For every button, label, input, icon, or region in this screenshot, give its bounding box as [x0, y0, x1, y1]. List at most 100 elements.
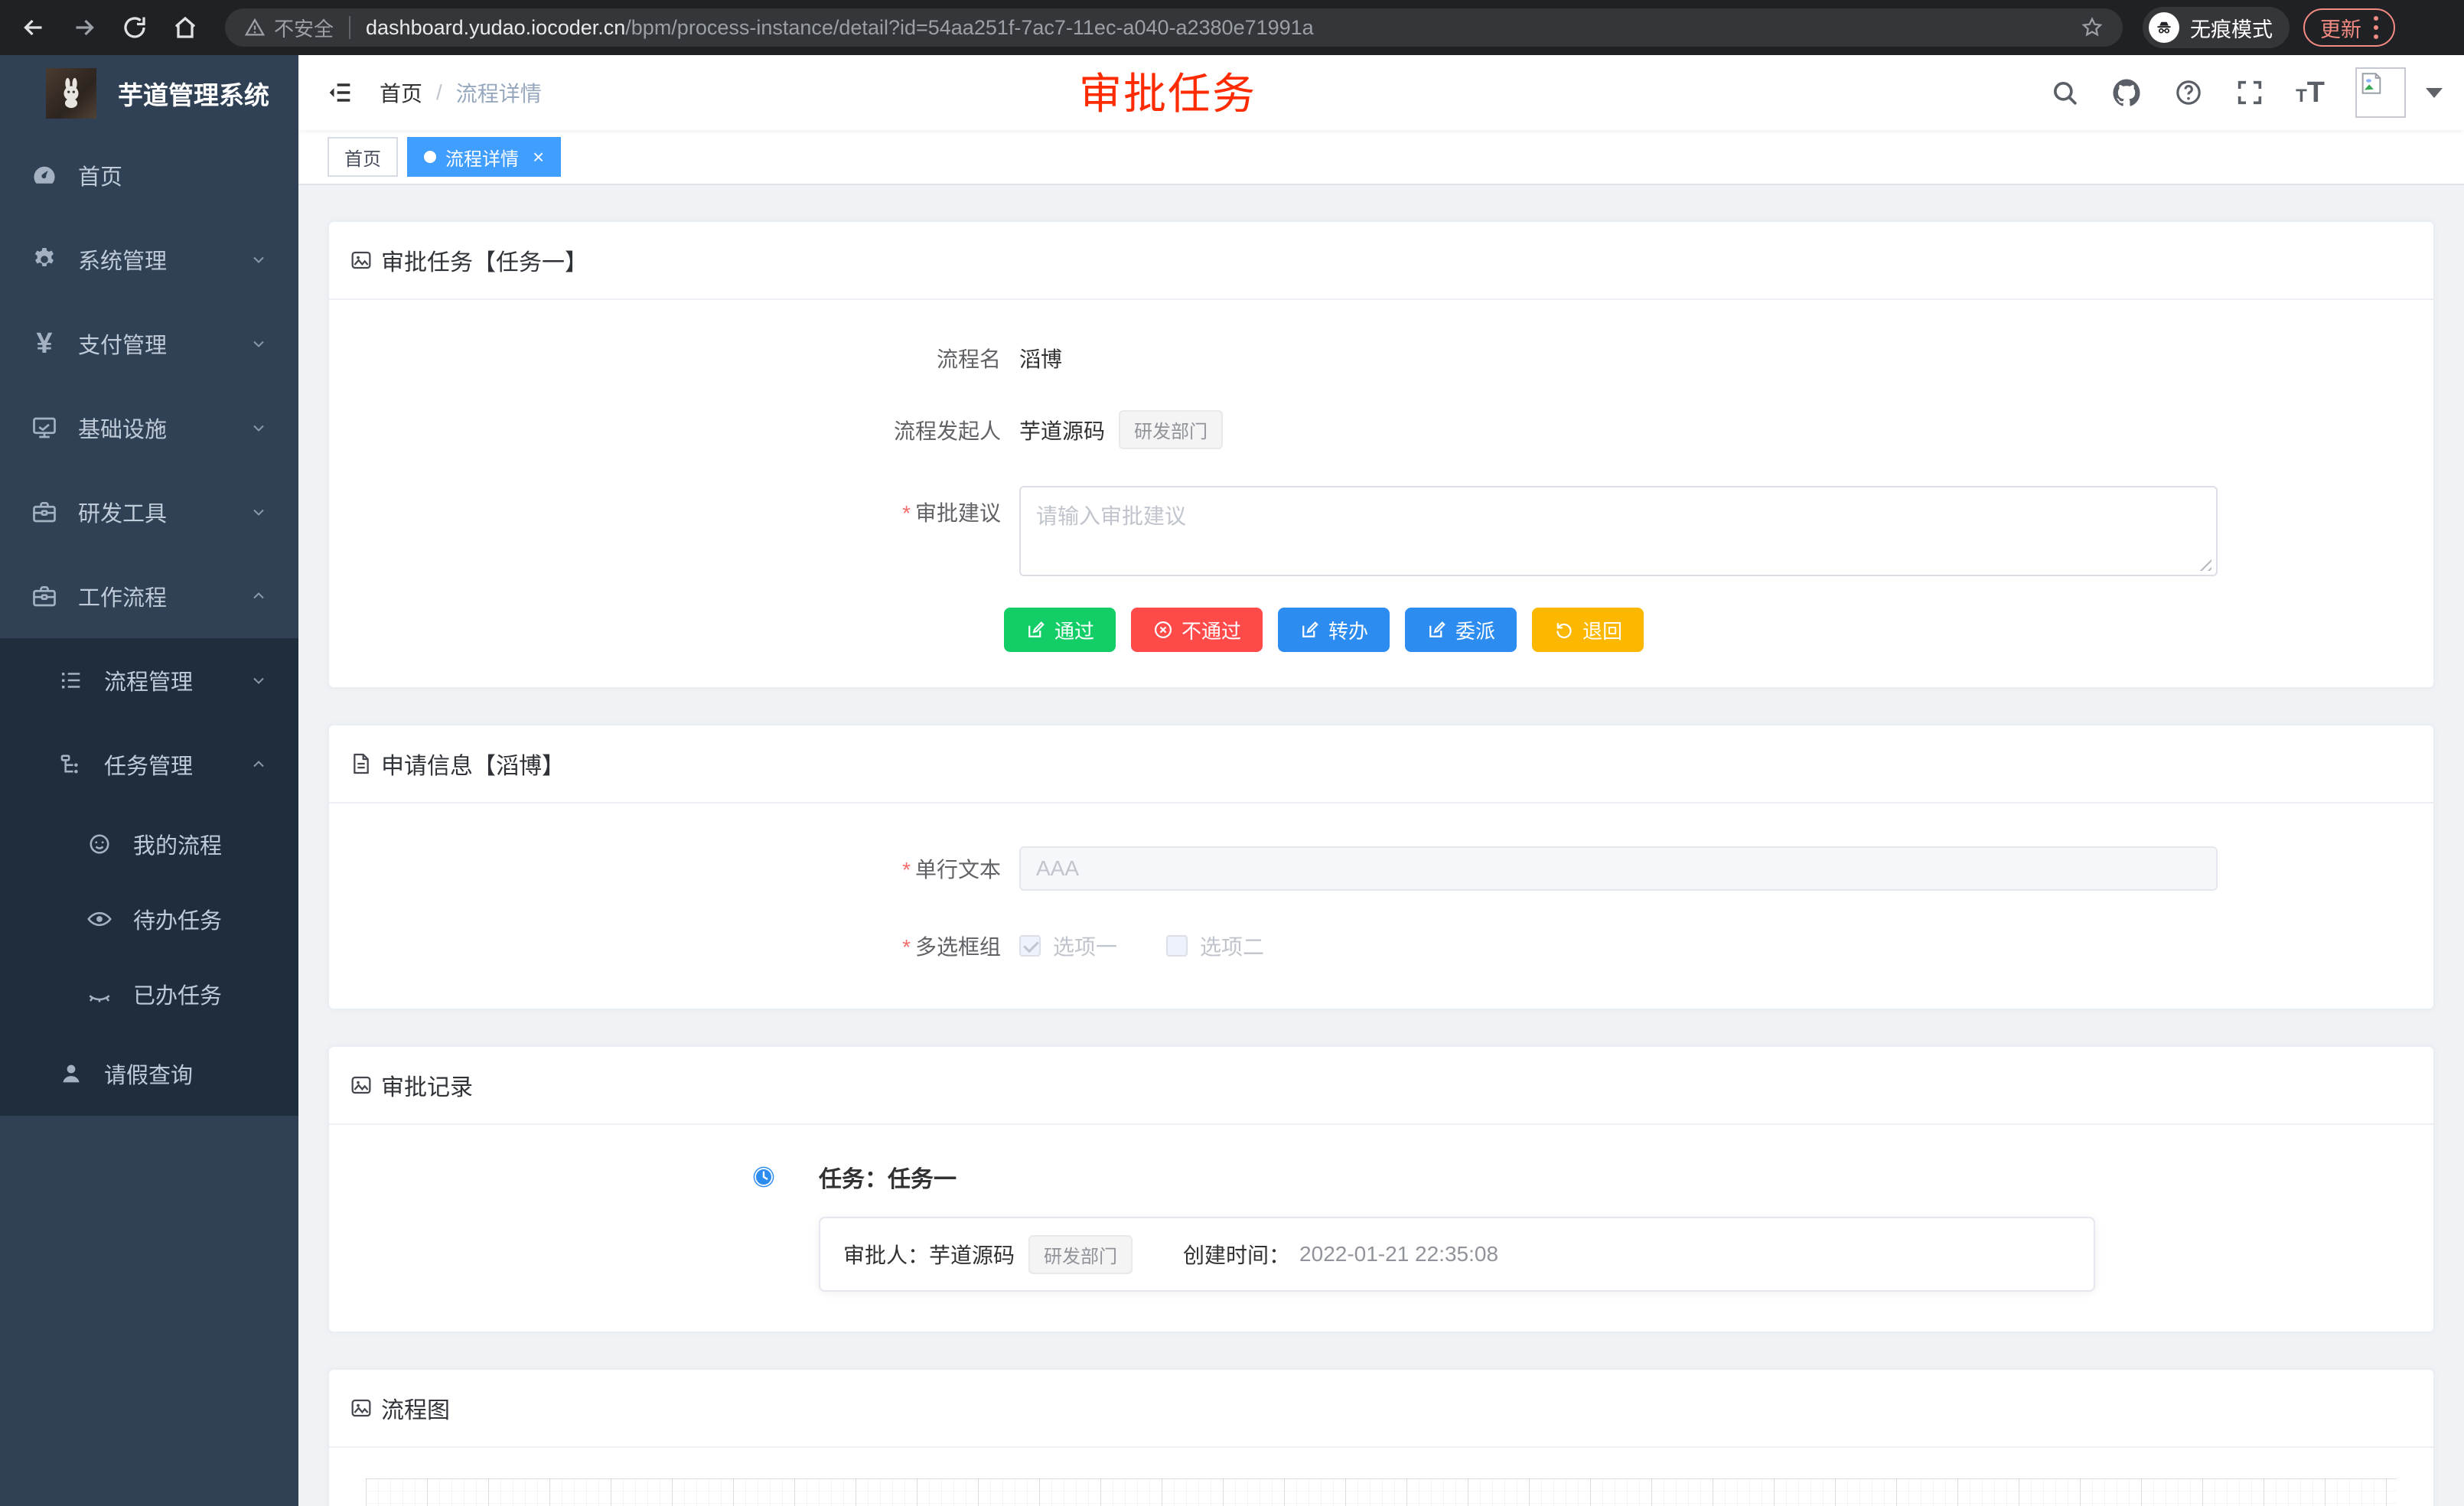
hamburger-icon[interactable] [324, 77, 355, 108]
browser-update-button[interactable]: 更新 [2303, 8, 2395, 47]
card-title: 审批记录 [381, 1068, 473, 1102]
warning-triangle-icon [243, 16, 266, 39]
breadcrumb-home[interactable]: 首页 [380, 77, 422, 108]
approve-button[interactable]: 通过 [1004, 608, 1116, 652]
caret-down-icon[interactable] [2426, 88, 2443, 98]
sidebar-item-infrastructure[interactable]: 基础设施 [0, 386, 298, 470]
fullscreen-icon[interactable] [2234, 77, 2265, 108]
edit-icon [1025, 619, 1047, 641]
sidebar-item-done-tasks[interactable]: 已办任务 [0, 957, 298, 1032]
github-icon[interactable] [2110, 77, 2143, 109]
search-icon[interactable] [2049, 77, 2080, 108]
close-icon[interactable]: × [533, 145, 544, 169]
browser-forward-icon[interactable] [67, 11, 101, 44]
sidebar-item-label: 请假查询 [104, 1058, 193, 1090]
chevron-up-icon [249, 587, 268, 605]
sidebar-item-payment[interactable]: ¥ 支付管理 [0, 302, 298, 386]
list-icon [58, 667, 84, 693]
gear-icon [31, 246, 58, 273]
face-icon [86, 830, 113, 858]
return-button[interactable]: 退回 [1532, 608, 1644, 652]
required-mark: * [902, 858, 911, 882]
sidebar-item-system[interactable]: 系统管理 [0, 217, 298, 302]
sidebar-item-home[interactable]: 首页 [0, 133, 298, 217]
dept-tag: 研发部门 [1119, 410, 1223, 449]
form-row-checkbox: *多选框组 选项一 选项二 [360, 931, 2403, 961]
header-actions: TT [2049, 67, 2464, 118]
required-mark: * [902, 501, 911, 525]
sidebar: 芋道管理系统 首页 系统管理 ¥ 支付管理 [0, 55, 298, 1506]
approver-name: 芋道源码 [929, 1239, 1015, 1270]
reject-button[interactable]: 不通过 [1131, 608, 1263, 652]
sidebar-item-label: 系统管理 [78, 243, 167, 275]
field-label: 流程发起人 [360, 415, 1019, 445]
sidebar-item-label: 流程管理 [104, 664, 193, 696]
browser-menu-icon[interactable] [2374, 16, 2378, 39]
sidebar-item-label: 我的流程 [133, 828, 222, 860]
sidebar-item-label: 工作流程 [78, 580, 167, 612]
approver-label: 审批人： [843, 1239, 929, 1270]
sidebar-item-task-mgmt[interactable]: 任务管理 [0, 722, 298, 807]
tab-process-detail[interactable]: 流程详情 × [407, 137, 561, 177]
transfer-button[interactable]: 转办 [1278, 608, 1390, 652]
timeline-clock-icon [751, 1165, 776, 1189]
checkbox-label: 选项二 [1200, 931, 1264, 961]
sidebar-item-label: 已办任务 [133, 978, 222, 1010]
form-row-initiator: 流程发起人 芋道源码 研发部门 [360, 410, 2403, 449]
sidebar-item-devtools[interactable]: 研发工具 [0, 470, 298, 554]
card-header: 流程图 [329, 1370, 2433, 1448]
incognito-badge: 无痕模式 [2143, 7, 2290, 48]
sidebar-item-my-process[interactable]: 我的流程 [0, 807, 298, 882]
field-label: *多选框组 [360, 931, 1019, 961]
card-title: 申请信息【滔博】 [381, 747, 565, 781]
action-buttons: 通过 不通过 转办 委 [1004, 608, 2403, 652]
browser-chrome: 不安全 dashboard.yudao.iocoder.cn/bpm/proce… [0, 0, 2464, 55]
form-row-process-name: 流程名 滔博 [360, 343, 2403, 373]
chevron-down-icon [249, 334, 268, 353]
card-body: 流程名 滔博 流程发起人 芋道源码 研发部门 *审批建议 [329, 300, 2433, 687]
application-info-card: 申请信息【滔博】 *单行文本 *多选框组 选项一 选项二 [328, 724, 2435, 1010]
browser-reload-icon[interactable] [118, 11, 152, 44]
avatar[interactable] [2355, 67, 2406, 118]
checkbox-checked-icon [1019, 935, 1041, 957]
dashboard-icon [31, 161, 58, 189]
browser-back-icon[interactable] [17, 11, 51, 44]
app-header: 首页 / 流程详情 审批任务 TT [298, 55, 2464, 130]
delegate-button[interactable]: 委派 [1405, 608, 1517, 652]
app-logo-row[interactable]: 芋道管理系统 [0, 55, 298, 132]
browser-home-icon[interactable] [168, 11, 202, 44]
bookmark-star-icon[interactable] [2080, 15, 2104, 40]
circle-close-icon [1152, 619, 1174, 641]
field-label: 流程名 [360, 343, 1019, 373]
checkbox-option-1: 选项一 [1019, 931, 1117, 961]
breadcrumb-current: 流程详情 [456, 77, 542, 108]
main-content: 审批任务【任务一】 流程名 滔博 流程发起人 芋道源码 研发部门 *审批建议 [298, 185, 2464, 1506]
security-label: 不安全 [274, 14, 334, 42]
card-header: 申请信息【滔博】 [329, 725, 2433, 804]
tab-home[interactable]: 首页 [328, 137, 398, 177]
sidebar-item-process-mgmt[interactable]: 流程管理 [0, 638, 298, 722]
yen-icon: ¥ [31, 328, 58, 360]
sidebar-item-leave-query[interactable]: 请假查询 [0, 1032, 298, 1116]
bpmn-canvas[interactable] [366, 1478, 2397, 1506]
checkbox-label: 选项一 [1053, 931, 1117, 961]
chevron-up-icon [249, 755, 268, 774]
font-size-icon[interactable]: TT [2296, 78, 2325, 107]
picture-icon [349, 248, 373, 272]
chevron-down-icon [249, 419, 268, 437]
address-bar[interactable]: 不安全 dashboard.yudao.iocoder.cn/bpm/proce… [225, 8, 2123, 47]
user-icon [58, 1061, 84, 1087]
sidebar-item-todo-tasks[interactable]: 待办任务 [0, 882, 298, 957]
sidebar-item-workflow[interactable]: 工作流程 [0, 554, 298, 638]
checkbox-option-2: 选项二 [1166, 931, 1264, 961]
tab-bar: 首页 流程详情 × [298, 130, 2464, 185]
monitor-icon [31, 414, 58, 442]
task-title: 任务：任务一 [819, 1160, 2403, 1194]
sidebar-item-label: 待办任务 [133, 903, 222, 935]
security-warning[interactable]: 不安全 [243, 14, 334, 42]
card-header: 审批任务【任务一】 [329, 222, 2433, 300]
comment-textarea[interactable] [1019, 486, 2218, 576]
approval-record-item: 审批人： 芋道源码 研发部门 创建时间： 2022-01-21 22:35:08 [819, 1217, 2095, 1292]
picture-icon [349, 1396, 373, 1420]
help-icon[interactable] [2173, 77, 2204, 108]
